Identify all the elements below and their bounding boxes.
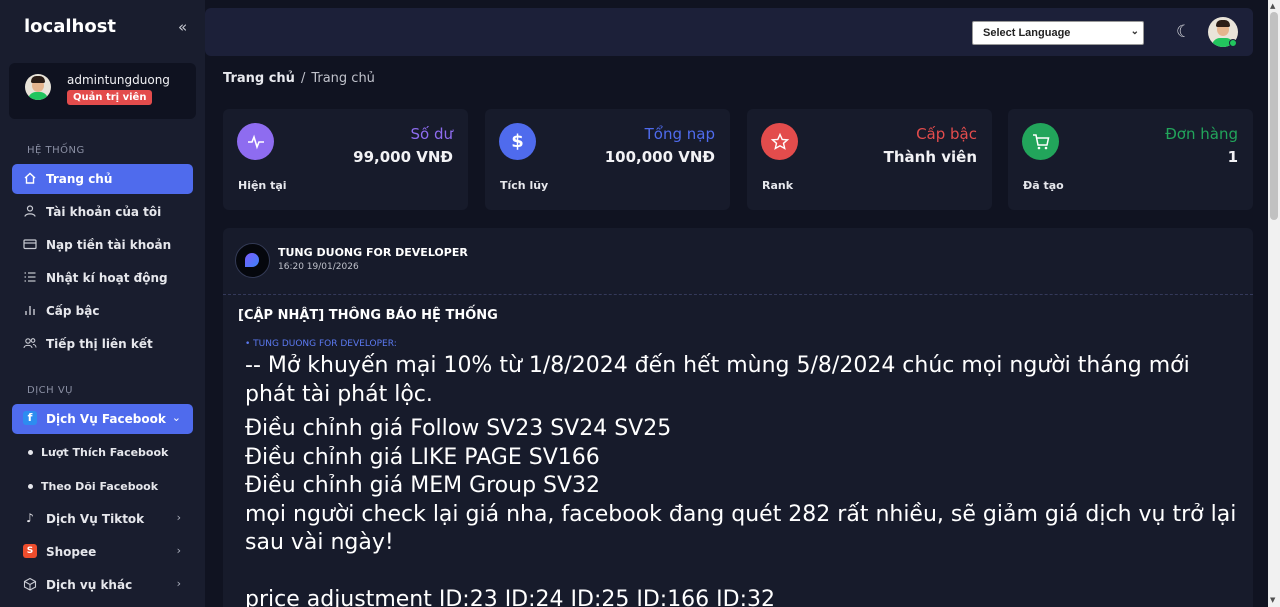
chevron-down-icon: ⌄ (171, 411, 181, 424)
topbar: Select Language ⌄ ☾ (205, 8, 1253, 56)
sidebar-item-activity-log[interactable]: Nhật kí hoạt động (12, 263, 193, 293)
dollar-icon: $ (499, 123, 536, 160)
sidebar-item-label: Cấp bậc (46, 304, 100, 318)
divider (223, 294, 1253, 295)
sidebar-item-account[interactable]: Tài khoản của tôi (12, 197, 193, 227)
sidebar-item-label: Tiếp thị liên kết (46, 337, 153, 351)
card-footer: Rank (762, 179, 794, 192)
activity-icon (237, 123, 274, 160)
post-line: -- Mở khuyến mại 10% từ 1/8/2024 đến hết… (245, 353, 1190, 407)
sidebar-item-shopee[interactable]: S Shopee › (12, 537, 193, 567)
online-status-dot (1229, 39, 1237, 47)
chevron-down-icon: ⌄ (1130, 26, 1139, 37)
section-services-label: DỊCH VỤ (27, 385, 73, 396)
post-line: Điều chỉnh giá Follow SV23 SV24 SV25 (245, 416, 672, 441)
breadcrumb-root-link[interactable]: Trang chủ (223, 71, 295, 86)
scroll-down-icon[interactable]: ▼ (1270, 596, 1275, 604)
author-logo (235, 243, 270, 278)
bar-chart-icon (25, 306, 35, 315)
announcement-post: TUNG DUONG FOR DEVELOPER 16:20 19/01/202… (223, 228, 1253, 607)
card-title: Đơn hàng (1165, 125, 1238, 143)
shopee-icon: S (23, 544, 37, 558)
post-line: mọi người check lại giá nha, facebook đa… (245, 501, 1237, 556)
card-icon (23, 239, 37, 250)
post-author: TUNG DUONG FOR DEVELOPER (278, 246, 468, 259)
sidebar-item-label: Dịch vụ khác (46, 578, 133, 592)
facebook-icon: f (23, 411, 37, 425)
language-select[interactable]: Select Language ⌄ (972, 21, 1144, 45)
user-icon (24, 205, 36, 217)
sidebar-item-other-services[interactable]: Dịch vụ khác › (12, 570, 193, 600)
chevron-right-icon: › (176, 511, 181, 524)
sidebar-item-affiliate[interactable]: Tiếp thị liên kết (12, 329, 193, 359)
users-icon (23, 338, 37, 349)
sidebar-item-label: Tài khoản của tôi (46, 205, 162, 219)
stat-card-total-deposit: $ Tổng nạp 100,000 VNĐ Tích lũy (485, 109, 730, 210)
card-value: Thành viên (883, 148, 977, 166)
post-line: price adjustment ID:23 ID:24 ID:25 ID:16… (245, 587, 776, 607)
avatar (25, 74, 51, 100)
sidebar-item-label: Nạp tiền tài khoản (46, 238, 172, 252)
sidebar-subitem-facebook-likes[interactable]: Lượt Thích Facebook (28, 446, 168, 459)
card-footer: Đã tạo (1023, 179, 1064, 192)
sidebar: localhost « admintungduong Quản trị viên… (0, 0, 205, 607)
sidebar-item-tiktok-service[interactable]: ♪ Dịch Vụ Tiktok › (12, 504, 193, 534)
post-line: Điều chỉnh giá MEM Group SV32 (245, 473, 601, 498)
post-line: Điều chỉnh giá LIKE PAGE SV166 (245, 444, 600, 470)
sidebar-item-facebook-service[interactable]: f Dịch Vụ Facebook ⌄ (12, 404, 193, 434)
post-tag: • TUNG DUONG FOR DEVELOPER: (245, 339, 397, 349)
stat-card-balance: Số dư 99,000 VNĐ Hiện tại (223, 109, 468, 210)
card-value: 99,000 VNĐ (353, 148, 453, 166)
dark-mode-toggle-icon[interactable]: ☾ (1176, 22, 1191, 42)
page-scrollbar[interactable]: ▲ ▼ (1268, 0, 1280, 607)
sidebar-item-home[interactable]: Trang chủ (12, 164, 193, 194)
home-icon (24, 172, 36, 184)
cart-icon (1022, 123, 1059, 160)
breadcrumb: Trang chủ / Trang chủ (223, 71, 375, 86)
sidebar-item-label: Nhật kí hoạt động (46, 271, 168, 285)
card-title: Tổng nạp (644, 125, 715, 143)
collapse-sidebar-icon[interactable]: « (178, 18, 187, 36)
card-value: 1 (1227, 148, 1238, 166)
language-select-value: Select Language (983, 27, 1071, 39)
role-badge: Quản trị viên (67, 90, 153, 105)
chevron-right-icon: › (176, 577, 181, 590)
sidebar-item-label: Trang chủ (46, 172, 113, 186)
card-title: Cấp bậc (916, 125, 977, 143)
sidebar-item-label: Dịch Vụ Facebook (46, 412, 166, 426)
section-system-label: HỆ THỐNG (27, 145, 85, 156)
scroll-up-icon[interactable]: ▲ (1270, 2, 1275, 10)
post-body: -- Mở khuyến mại 10% từ 1/8/2024 đến hết… (245, 352, 1245, 607)
scrollbar-thumb[interactable] (1270, 12, 1278, 220)
sidebar-item-deposit[interactable]: Nạp tiền tài khoản (12, 230, 193, 260)
sidebar-item-label: Dịch Vụ Tiktok (46, 512, 145, 526)
stat-card-orders: Đơn hàng 1 Đã tạo (1008, 109, 1253, 210)
list-icon (24, 272, 36, 282)
post-title: [CẬP NHẬT] THÔNG BÁO HỆ THỐNG (238, 308, 498, 323)
brand-title[interactable]: localhost (24, 16, 116, 37)
cube-icon (23, 577, 37, 591)
sidebar-item-label: Shopee (46, 545, 97, 559)
post-date: 16:20 19/01/2026 (278, 262, 359, 272)
chevron-right-icon: › (176, 544, 181, 557)
card-footer: Hiện tại (238, 179, 287, 192)
sidebar-subitem-facebook-follow[interactable]: Theo Dõi Facebook (28, 480, 158, 493)
username: admintungduong (67, 73, 170, 87)
star-icon (761, 123, 798, 160)
sidebar-item-rank[interactable]: Cấp bậc (12, 296, 193, 326)
user-card: admintungduong Quản trị viên (9, 63, 196, 119)
card-footer: Tích lũy (500, 179, 549, 192)
breadcrumb-current: Trang chủ (311, 71, 375, 86)
stat-card-rank: Cấp bậc Thành viên Rank (747, 109, 992, 210)
card-title: Số dư (410, 125, 454, 143)
card-value: 100,000 VNĐ (604, 148, 715, 166)
tiktok-icon: ♪ (26, 511, 34, 525)
